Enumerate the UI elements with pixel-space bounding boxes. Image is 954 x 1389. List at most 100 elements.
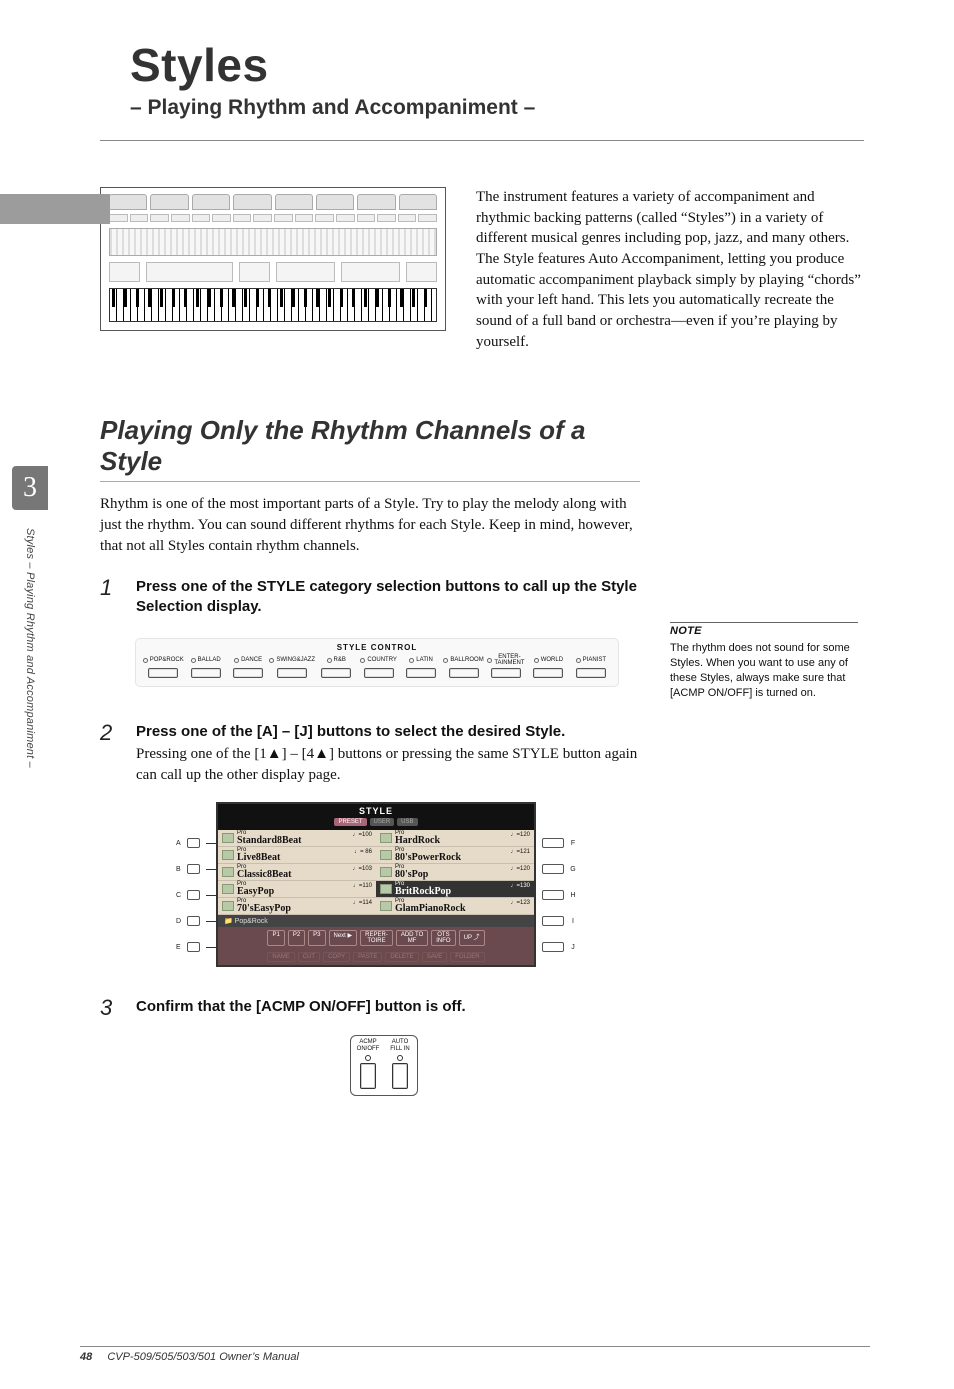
style-category-button[interactable] (406, 668, 436, 678)
panel-button-D[interactable] (187, 916, 200, 926)
note-callout: NOTE The rhythm does not sound for some … (670, 622, 858, 700)
style-selection-display-figure: ABCDE STYLE PRESET USER USB ProStandard8… (176, 802, 576, 967)
style-category-led (576, 658, 581, 663)
style-category-button[interactable] (491, 668, 521, 678)
style-name: Pro70'sEasyPop (237, 898, 291, 914)
panel-button-row-A: A (176, 832, 216, 854)
screen-soft-button[interactable]: P2 (288, 930, 305, 946)
screen-soft-button[interactable]: NAME (267, 952, 294, 962)
style-icon (380, 867, 392, 877)
style-name: ProBritRockPop (395, 881, 451, 897)
style-list-item[interactable]: ProStandard8Beat♩=100 (218, 830, 376, 847)
screen-soft-button[interactable]: P3 (308, 930, 325, 946)
style-icon (222, 884, 234, 894)
style-tab-usb[interactable]: USB (397, 818, 417, 826)
style-list-item[interactable]: ProBritRockPop ♩=130 (376, 881, 534, 898)
style-tab-user[interactable]: USER (370, 818, 395, 826)
style-tab-preset[interactable]: PRESET (334, 818, 366, 826)
auto-fillin-button[interactable] (392, 1063, 408, 1089)
acmp-onoff-led (365, 1055, 371, 1061)
style-list-item[interactable]: Pro80'sPop♩=120 (376, 864, 534, 881)
panel-button-row-C: C (176, 884, 216, 906)
style-list-item[interactable]: Pro70'sEasyPop ♩=114 (218, 898, 376, 915)
screen-soft-button[interactable]: PASTE (353, 952, 382, 962)
style-category-led (327, 658, 332, 663)
step-1: 1 Press one of the STYLE category select… (100, 577, 640, 618)
screen-soft-button[interactable]: P1 (267, 930, 284, 946)
screen-soft-button[interactable]: FOLDER (450, 952, 484, 962)
style-tempo: ♩=130 (510, 883, 530, 889)
page-number: 48 (80, 1351, 92, 1363)
screen-soft-button[interactable]: CUT (298, 952, 320, 962)
style-icon (222, 867, 234, 877)
style-category-label: PIANIST (583, 657, 606, 663)
panel-button-I[interactable] (542, 916, 564, 926)
style-name: ProHardRock (395, 830, 440, 846)
step-3-title: Confirm that the [ACMP ON/OFF] button is… (136, 997, 640, 1017)
style-category-2: DANCE (227, 654, 269, 678)
footer: 48 CVP-509/505/503/501 Owner’s Manual (80, 1346, 870, 1363)
screen-soft-button[interactable]: UP ⤴ (459, 930, 485, 946)
style-category-button[interactable] (364, 668, 394, 678)
connector-line (206, 843, 216, 844)
style-category-led (487, 658, 492, 663)
step-2-title: Press one of the [A] – [J] buttons to se… (136, 722, 640, 742)
style-list-item[interactable]: Pro80'sPowerRock♩=121 (376, 847, 534, 864)
panel-button-C[interactable] (187, 890, 200, 900)
style-category-button[interactable] (233, 668, 263, 678)
screen-soft-button[interactable]: REPER- TOIRE (360, 930, 393, 946)
style-list-item[interactable]: ProLive8Beat♩= 86 (218, 847, 376, 864)
style-category-label: BALLAD (198, 657, 221, 663)
screen-soft-button[interactable]: SAVE (422, 952, 448, 962)
style-tempo: ♩=114 (353, 900, 372, 906)
panel-button-E[interactable] (187, 942, 200, 952)
style-list-item[interactable]: ProHardRock♩=120 (376, 830, 534, 847)
style-category-button[interactable] (449, 668, 479, 678)
step-2-description: Pressing one of the [1▲] – [4▲] buttons … (136, 744, 640, 786)
acmp-onoff-button[interactable] (360, 1063, 376, 1089)
style-list-item[interactable]: ProClassic8Beat♩=103 (218, 864, 376, 881)
style-category-button[interactable] (533, 668, 563, 678)
style-category-button[interactable] (321, 668, 351, 678)
step-2: 2 Press one of the [A] – [J] buttons to … (100, 722, 640, 786)
style-category-label: ENTER- TAINMENT (494, 654, 524, 666)
style-icon (222, 901, 234, 911)
panel-button-row-D: D (176, 910, 216, 932)
chapter-index-tab: 3 (12, 466, 48, 510)
style-category-label: SWING&JAZZ (276, 657, 315, 663)
style-category-button[interactable] (191, 668, 221, 678)
style-category-led (360, 658, 365, 663)
style-name: ProGlamPianoRock (395, 898, 466, 914)
style-name: ProEasyPop (237, 881, 274, 897)
panel-button-A[interactable] (187, 838, 200, 848)
panel-button-F[interactable] (542, 838, 564, 848)
style-list-item[interactable]: ProEasyPop♩=110 (218, 881, 376, 898)
style-icon (380, 850, 392, 860)
panel-button-G[interactable] (542, 864, 564, 874)
style-category-button[interactable] (576, 668, 606, 678)
style-category-button[interactable] (277, 668, 307, 678)
style-list-item[interactable]: ProGlamPianoRock ♩=123 (376, 898, 534, 915)
style-icon (222, 833, 234, 843)
style-category-label: R&B (334, 657, 346, 663)
screen-soft-button[interactable]: COPY (323, 952, 350, 962)
style-category-4: R&B (315, 654, 357, 678)
panel-button-letter: E (176, 944, 181, 951)
screen-soft-button[interactable]: ADD TO MF (396, 930, 428, 946)
chapter-subtitle: – Playing Rhythm and Accompaniment – (130, 96, 864, 120)
panel-button-H[interactable] (542, 890, 564, 900)
panel-button-B[interactable] (187, 864, 200, 874)
style-name: Pro80'sPop (395, 864, 428, 880)
style-category-button[interactable] (148, 668, 178, 678)
connector-line (206, 869, 216, 870)
style-icon (380, 833, 392, 843)
screen-soft-button[interactable]: DELETE (385, 952, 418, 962)
style-category-led (234, 658, 239, 663)
style-tempo: ♩=123 (510, 900, 530, 906)
step-number-3: 3 (100, 997, 120, 1019)
style-name: ProLive8Beat (237, 847, 280, 863)
panel-button-letter: C (176, 892, 181, 899)
screen-soft-button[interactable]: OTS INFO (431, 930, 455, 946)
panel-button-J[interactable] (542, 942, 564, 952)
screen-soft-button[interactable]: Next ▶ (329, 930, 358, 946)
